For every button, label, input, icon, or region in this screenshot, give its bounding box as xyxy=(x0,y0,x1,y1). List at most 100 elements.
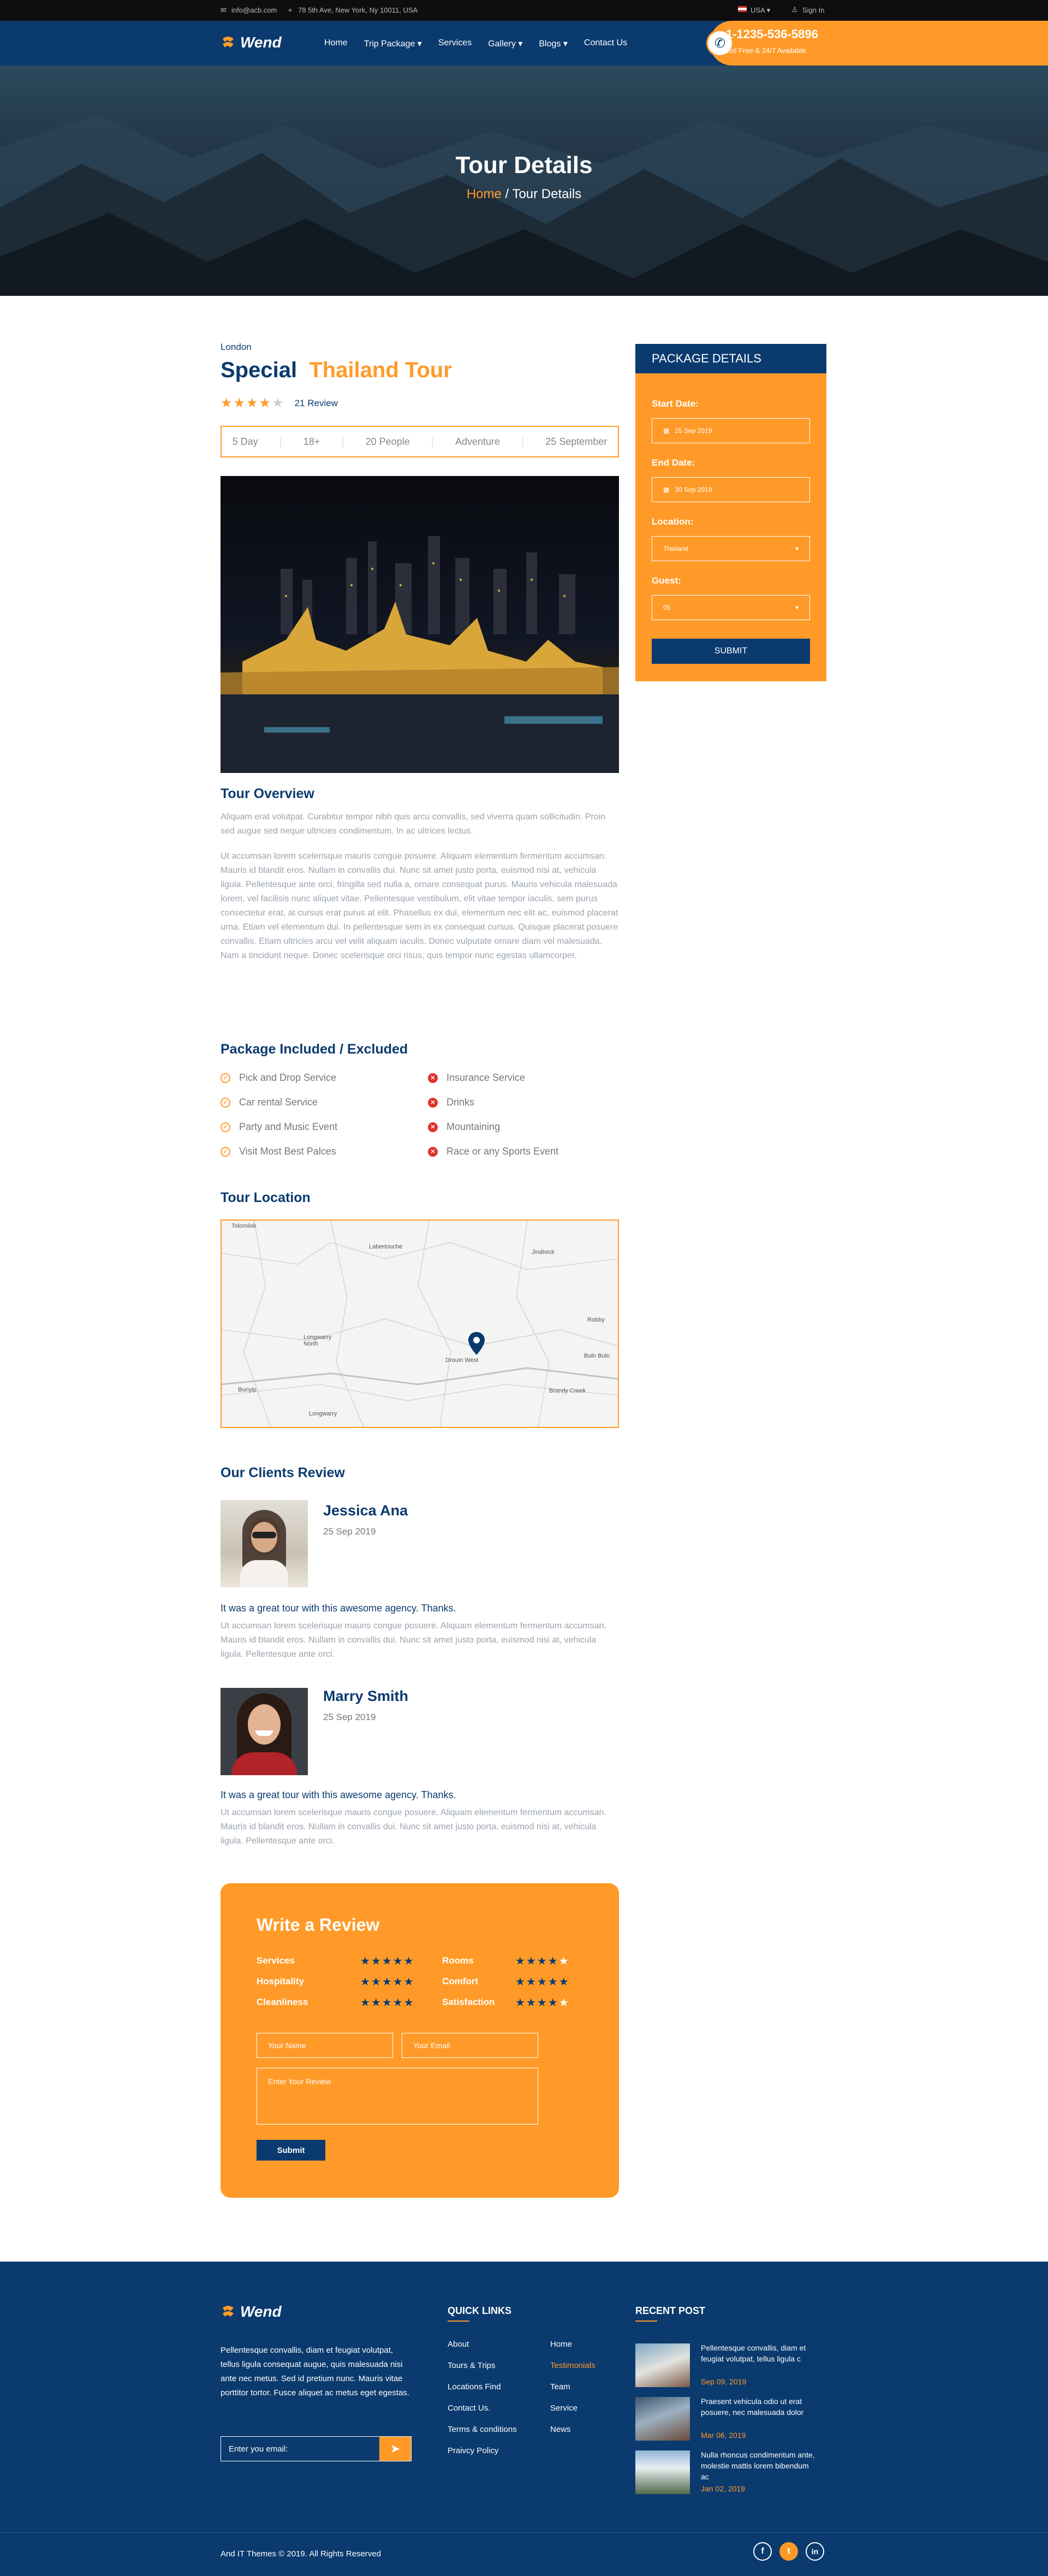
heading-underline xyxy=(448,2321,469,2322)
package-heading: Package Included / Excluded xyxy=(221,1042,408,1057)
post-date: Sep 09, 2019 xyxy=(701,2377,747,2386)
footer-divider xyxy=(0,2532,1048,2533)
footer-logo[interactable]: Wend xyxy=(221,2303,282,2321)
nav-gallery-label: Gallery xyxy=(488,39,516,49)
linkedin-icon[interactable]: in xyxy=(806,2542,824,2561)
post-date: Mar 06, 2019 xyxy=(701,2431,746,2440)
rating-stars-input[interactable]: ★★★★★ xyxy=(360,1975,415,1989)
review-name-input[interactable]: Your Name xyxy=(257,2033,393,2058)
map-pin-icon[interactable] xyxy=(468,1332,485,1355)
start-date-label: Start Date: xyxy=(652,398,699,409)
review-quote: It was a great tour with this awesome ag… xyxy=(221,1603,456,1614)
map-label: Brandy Creek xyxy=(549,1388,586,1394)
footer-link-home[interactable]: Home xyxy=(550,2340,596,2349)
review-textarea[interactable]: Enter Your Review xyxy=(257,2068,538,2125)
included-label: Party and Music Event xyxy=(239,1121,338,1132)
footer-about: Pellentesque convallis, diam et feugiat … xyxy=(221,2346,410,2397)
info-age: 18+ xyxy=(303,436,320,447)
package-details-sidebar: PACKAGE DETAILS Start Date: ▦ 25 Sep 2019… xyxy=(635,344,826,681)
footer-link-contact[interactable]: Contact Us. xyxy=(448,2404,517,2413)
post-title[interactable]: Nulla rhoncus condimentum ante, molestie… xyxy=(701,2449,815,2482)
footer-link-testimonials[interactable]: Testimonials xyxy=(550,2361,596,2370)
post-thumbnail[interactable] xyxy=(635,2343,690,2387)
start-date-input[interactable]: ▦ 25 Sep 2019 xyxy=(652,418,810,443)
send-icon[interactable]: ➤ xyxy=(379,2437,411,2461)
nav-trip-package-label: Trip Package xyxy=(364,39,415,49)
rating-stars-input[interactable]: ★★★★★ xyxy=(360,1996,415,2009)
post-title[interactable]: Pellentesque convallis, diam et feugiat … xyxy=(701,2342,815,2364)
nav-gallery[interactable]: Gallery ▾ xyxy=(488,38,522,49)
post-title[interactable]: Praesent vehicula odio ut erat posuere, … xyxy=(701,2396,815,2418)
map-label: Jindivick xyxy=(532,1249,555,1256)
post-thumbnail[interactable] xyxy=(635,2450,690,2494)
language-select[interactable]: USA ▾ xyxy=(751,6,770,15)
map-label: Tolomlisk xyxy=(231,1223,257,1229)
phone-number[interactable]: 1-1235-536-5896 xyxy=(726,27,818,41)
footer-link-team[interactable]: Team xyxy=(550,2382,596,2391)
twitter-icon[interactable]: t xyxy=(779,2542,798,2561)
phone-note: Toll Free & 24/7 Available xyxy=(726,46,806,55)
chevron-down-icon: ▾ xyxy=(795,545,799,552)
site-logo[interactable]: Wend xyxy=(221,34,282,51)
footer-link-about[interactable]: About xyxy=(448,2340,517,2349)
location-select[interactable]: Thailand ▾ xyxy=(652,536,810,561)
sidebar-submit-button[interactable]: SUBMIT xyxy=(652,639,810,664)
tour-rating: ★★★★★ 21 Review xyxy=(221,395,338,411)
social-links: f t in xyxy=(753,2542,824,2561)
breadcrumb-home[interactable]: Home xyxy=(467,187,502,201)
included-label: Pick and Drop Service xyxy=(239,1072,337,1083)
newsletter-email-input[interactable]: Enter you email: xyxy=(221,2437,379,2461)
calendar-icon: ▦ xyxy=(663,486,670,493)
close-icon: ✕ xyxy=(428,1097,438,1108)
review-submit-button[interactable]: Submit xyxy=(257,2140,325,2161)
post-thumbnail[interactable] xyxy=(635,2397,690,2441)
quick-links-col-1: About Tours & Trips Locations Find Conta… xyxy=(448,2340,517,2455)
phone-box: ✆ 1-1235-536-5896 Toll Free & 24/7 Avail… xyxy=(706,21,1048,66)
breadcrumb-separator: / xyxy=(501,187,513,201)
location-pin-icon: ⌖ xyxy=(288,6,293,14)
map-roads xyxy=(222,1221,618,1427)
copyright: And IT Themes © 2019. All Rights Reserve… xyxy=(221,2549,381,2559)
rating-stars-input[interactable]: ★★★★★ xyxy=(360,1954,415,1968)
footer-link-terms[interactable]: Terms & conditions xyxy=(448,2425,517,2434)
map-label: Bunyip xyxy=(238,1387,257,1393)
tour-map[interactable]: Tolomlisk Labertouche Jindivick Robby Bu… xyxy=(221,1219,619,1428)
rating-stars-input[interactable]: ★★★★★ xyxy=(515,1996,570,2009)
rating-label: Cleanliness xyxy=(257,1997,308,2007)
footer-link-service[interactable]: Service xyxy=(550,2404,596,2413)
footer-link-privacy[interactable]: Praivcy Policy xyxy=(448,2446,517,2455)
nav-blogs[interactable]: Blogs ▾ xyxy=(539,38,568,49)
excluded-item: ✕ Race or any Sports Event xyxy=(428,1139,624,1164)
logo-icon xyxy=(223,2306,234,2317)
nav-trip-package[interactable]: Trip Package ▾ xyxy=(364,38,422,49)
footer-link-news[interactable]: News xyxy=(550,2425,596,2434)
write-review-heading: Write a Review xyxy=(257,1915,380,1935)
guest-label: Guest: xyxy=(652,575,681,586)
included-item: ✓ Car rental Service xyxy=(221,1090,417,1115)
logo-icon xyxy=(223,37,234,47)
nav-home[interactable]: Home xyxy=(324,38,348,49)
facebook-icon[interactable]: f xyxy=(753,2542,772,2561)
recent-post-heading: RECENT POST xyxy=(635,2305,706,2316)
rating-stars-input[interactable]: ★★★★★ xyxy=(515,1954,570,1968)
usa-flag-icon xyxy=(738,6,747,12)
footer-link-tours[interactable]: Tours & Trips xyxy=(448,2361,517,2370)
review-count[interactable]: 21 Review xyxy=(295,398,338,409)
end-date-input[interactable]: ▦ 30 Sep 2019 xyxy=(652,477,810,502)
quick-links-col-2: Home Testimonials Team Service News xyxy=(550,2340,596,2434)
end-date-label: End Date: xyxy=(652,457,695,468)
nav-services[interactable]: Services xyxy=(438,38,472,49)
review-email-input[interactable]: Your Email xyxy=(402,2033,538,2058)
rating-stars-input[interactable]: ★★★★★ xyxy=(515,1975,570,1989)
footer-link-locations[interactable]: Locations Find xyxy=(448,2382,517,2391)
included-item: ✓ Party and Music Event xyxy=(221,1115,417,1139)
rating-label: Hospitality xyxy=(257,1976,304,1986)
signin-link[interactable]: Sign In xyxy=(802,6,824,14)
excluded-item: ✕ Mountaining xyxy=(428,1115,624,1139)
nav-contact[interactable]: Contact Us xyxy=(584,38,627,49)
topbar-email[interactable]: info@acb.com xyxy=(231,6,277,14)
map-label: Longwarry North xyxy=(303,1334,332,1347)
guest-select[interactable]: 05 ▾ xyxy=(652,595,810,620)
tour-city: London xyxy=(221,342,252,352)
info-people: 20 People xyxy=(365,436,410,447)
